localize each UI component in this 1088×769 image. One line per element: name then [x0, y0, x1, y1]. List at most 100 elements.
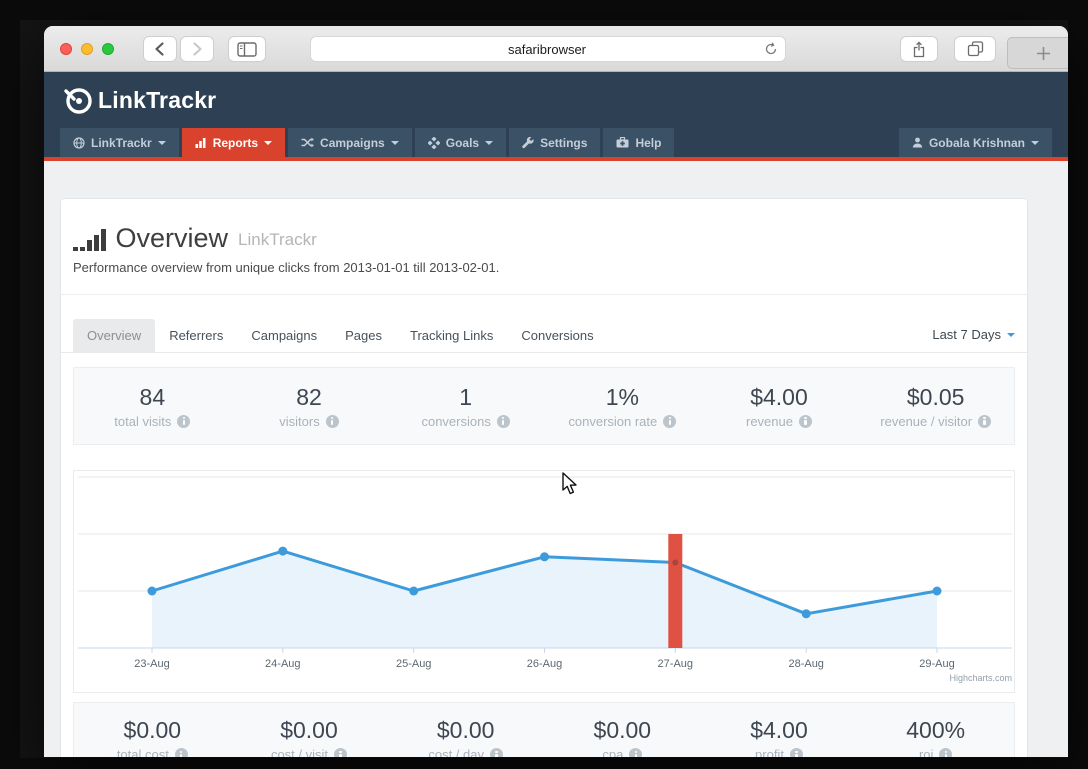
info-icon[interactable] — [489, 748, 503, 757]
nav-item-settings[interactable]: Settings — [509, 128, 601, 157]
nav-item-label: Settings — [540, 135, 588, 150]
help-kit-icon — [616, 137, 629, 148]
tab-pages[interactable]: Pages — [331, 319, 396, 352]
stat-value: $0.05 — [906, 383, 965, 410]
tabs-icon — [967, 41, 983, 57]
app-navbar: LinkTrackr Reports Campaigns Goals Setti… — [44, 128, 1068, 157]
chevron-down-icon — [1007, 333, 1015, 337]
stat-cost-per-day: $0.00 cost / day — [387, 717, 544, 757]
info-icon[interactable] — [629, 748, 643, 757]
tab-tracking-links[interactable]: Tracking Links — [396, 319, 507, 352]
stats-row-bottom: $0.00 total cost $0.00 cost / visit $0.0… — [73, 702, 1015, 757]
info-icon[interactable] — [334, 748, 348, 757]
nav-item-label: Goals — [445, 135, 480, 150]
info-icon[interactable] — [496, 414, 510, 428]
chevron-right-icon — [193, 42, 202, 56]
address-bar-text: safaribrowser — [507, 41, 587, 57]
tab-overview-button[interactable] — [954, 36, 996, 62]
visits-line-chart[interactable]: 23-Aug 24-Aug 25-Aug 26-Aug 27-Aug 28-Aug 29-A… — [74, 471, 1016, 692]
nav-item-reports[interactable]: Reports — [181, 128, 286, 157]
nav-item-help[interactable]: Help — [603, 128, 675, 157]
stat-label: total cost — [116, 747, 169, 757]
globe-icon — [73, 136, 85, 149]
page-title: Overview — [115, 223, 229, 253]
reload-icon — [765, 42, 777, 55]
page-title-suffix: LinkTrackr — [238, 230, 317, 249]
stat-value: $4.00 — [750, 717, 808, 743]
info-icon[interactable] — [978, 414, 992, 428]
nav-item-label: Help — [635, 135, 662, 150]
stat-revenue-per-visitor: $0.05 revenue / visitor — [857, 384, 1014, 429]
user-menu[interactable]: Gobala Krishnan — [898, 128, 1052, 157]
stat-label: revenue / visitor — [880, 413, 973, 429]
diamonds-icon — [427, 136, 440, 149]
stat-label: revenue — [746, 413, 793, 429]
sidebar-icon — [237, 41, 257, 57]
share-button[interactable] — [900, 36, 938, 62]
stat-value: 400% — [906, 717, 966, 743]
address-bar[interactable]: safaribrowser — [310, 36, 786, 62]
stat-value: 1 — [459, 383, 473, 410]
stat-label: conversions — [421, 413, 491, 429]
info-icon[interactable] — [789, 748, 803, 757]
info-icon[interactable] — [663, 414, 677, 428]
nav-item-linktrackr[interactable]: LinkTrackr — [60, 128, 179, 157]
signal-bars-icon — [73, 228, 106, 252]
browser-titlebar: safaribrowser — [44, 26, 1068, 72]
svg-text:Highcharts.com: Highcharts.com — [949, 673, 1012, 683]
stat-label: profit — [755, 747, 784, 757]
tab-campaigns[interactable]: Campaigns — [237, 319, 331, 352]
tab-referrers[interactable]: Referrers — [155, 319, 237, 352]
stat-conversions: 1 conversions — [387, 384, 544, 429]
stat-label: roi — [918, 747, 934, 757]
stat-roi: 400% roi — [857, 717, 1014, 757]
stat-value: 1% — [605, 383, 639, 410]
linktrackr-logo[interactable]: LinkTrackr — [62, 84, 216, 116]
svg-text:26-Aug: 26-Aug — [527, 658, 562, 670]
info-icon[interactable] — [939, 748, 953, 757]
chevron-down-icon — [485, 141, 494, 145]
minimize-window-button[interactable] — [81, 43, 93, 55]
stat-cpa: $0.00 cpa — [544, 717, 701, 757]
info-icon[interactable] — [325, 414, 339, 428]
forward-button[interactable] — [180, 36, 214, 62]
zoom-window-button[interactable] — [102, 43, 114, 55]
safari-window: safaribrowser LinkTrackr LinkTrackr Repo… — [44, 26, 1068, 757]
plus-icon — [1036, 46, 1050, 60]
info-icon[interactable] — [798, 414, 812, 428]
shuffle-icon — [301, 137, 314, 148]
visits-chart-panel: 23-Aug 24-Aug 25-Aug 26-Aug 27-Aug 28-Aug 29-A… — [73, 470, 1015, 693]
stat-label: cost / day — [428, 747, 484, 757]
wrench-icon — [522, 136, 534, 148]
stat-visitors: 82 visitors — [231, 384, 388, 429]
stat-profit: $4.00 profit — [701, 717, 858, 757]
user-name: Gobala Krishnan — [928, 135, 1025, 150]
stat-value: 84 — [139, 383, 166, 410]
svg-text:29-Aug: 29-Aug — [919, 658, 954, 670]
date-range-picker[interactable]: Last 7 Days — [932, 327, 1015, 352]
new-tab-button[interactable] — [1007, 37, 1068, 69]
nav-item-label: LinkTrackr — [91, 135, 152, 150]
info-icon[interactable] — [174, 748, 188, 757]
svg-text:25-Aug: 25-Aug — [396, 658, 431, 670]
stat-revenue: $4.00 revenue — [701, 384, 858, 429]
info-icon[interactable] — [177, 414, 191, 428]
chevron-down-icon — [264, 141, 273, 145]
nav-item-goals[interactable]: Goals — [414, 128, 507, 157]
svg-text:24-Aug: 24-Aug — [265, 658, 300, 670]
close-window-button[interactable] — [60, 43, 72, 55]
tab-overview[interactable]: Overview — [73, 319, 156, 352]
sidebar-button[interactable] — [228, 36, 266, 62]
nav-item-campaigns[interactable]: Campaigns — [288, 128, 412, 157]
back-button[interactable] — [143, 36, 177, 62]
stat-total-visits: 84 total visits — [74, 384, 231, 429]
svg-text:27-Aug: 27-Aug — [658, 658, 693, 670]
nav-item-label: Campaigns — [320, 135, 385, 150]
share-icon — [913, 40, 925, 57]
chevron-left-icon — [155, 42, 164, 56]
card-header: Overview LinkTrackr Performance overview… — [61, 199, 1027, 295]
reload-button[interactable] — [759, 42, 783, 56]
tab-conversions[interactable]: Conversions — [507, 319, 607, 352]
chevron-down-icon — [390, 141, 399, 145]
page-subtitle: Performance overview from unique clicks … — [73, 260, 500, 275]
